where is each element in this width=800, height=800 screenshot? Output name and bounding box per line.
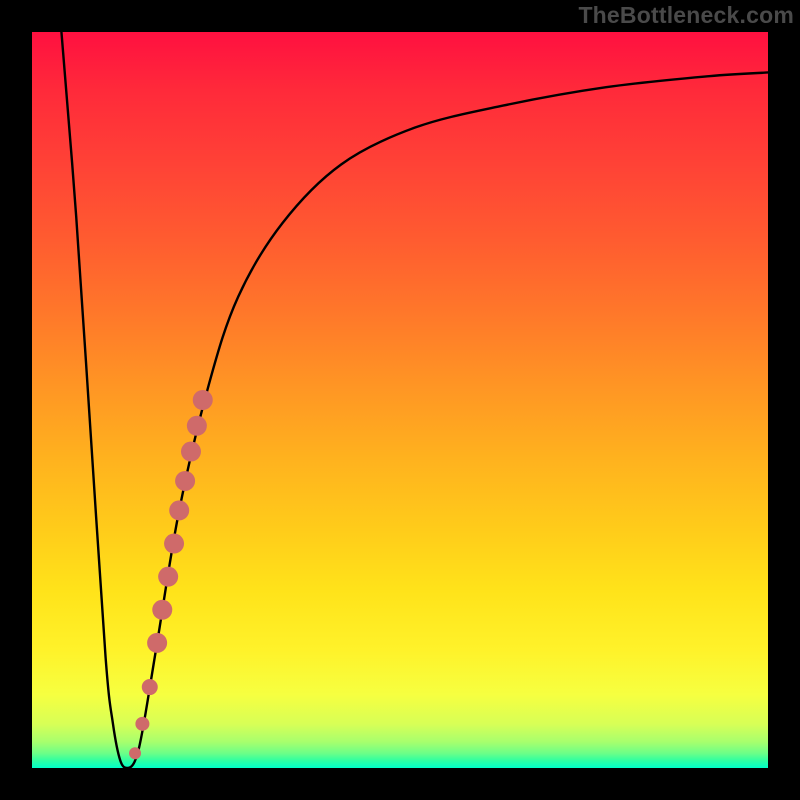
data-marker — [187, 416, 207, 436]
watermark-text: TheBottleneck.com — [578, 2, 794, 29]
data-marker — [142, 679, 158, 695]
chart-frame: TheBottleneck.com — [0, 0, 800, 800]
data-marker — [193, 390, 213, 410]
data-marker — [181, 442, 201, 462]
plot-area — [32, 32, 768, 768]
data-marker — [147, 633, 167, 653]
data-marker — [135, 717, 149, 731]
data-marker — [158, 567, 178, 587]
data-marker — [169, 500, 189, 520]
marker-group — [129, 390, 213, 759]
data-marker — [152, 600, 172, 620]
data-marker — [175, 471, 195, 491]
data-marker — [129, 747, 141, 759]
chart-svg — [32, 32, 768, 768]
bottleneck-curve — [61, 32, 768, 768]
data-marker — [164, 534, 184, 554]
